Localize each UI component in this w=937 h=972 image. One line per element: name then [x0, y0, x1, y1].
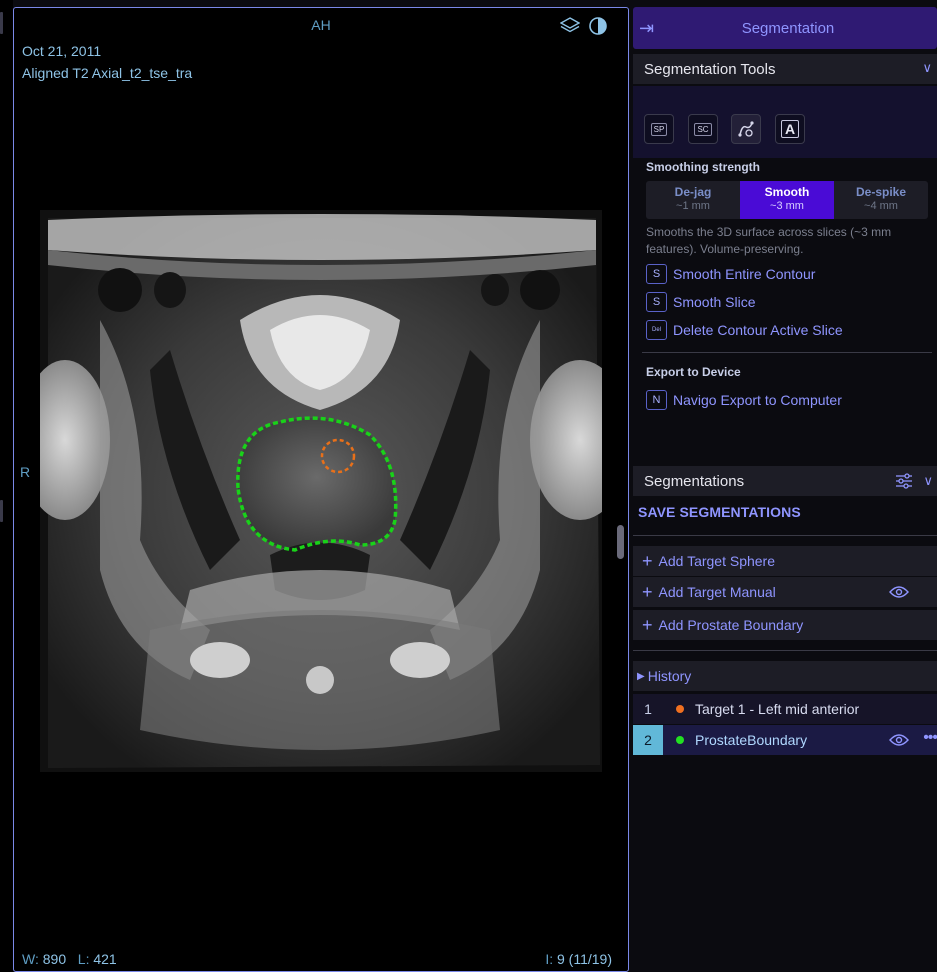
shortcut-key: S — [646, 264, 667, 284]
navigo-export-button[interactable]: N Navigo Export to Computer — [646, 390, 842, 410]
spline-icon — [738, 121, 754, 137]
add-target-manual-button[interactable]: + Add Target Manual — [633, 577, 937, 607]
study-info: Oct 21, 2011 Aligned T2 Axial_t2_tse_tra — [22, 40, 192, 84]
level-value: 421 — [93, 951, 117, 967]
section-title: Segmentation Tools — [644, 60, 776, 78]
annotate-tool-button[interactable]: A — [775, 114, 805, 144]
window-value: 890 — [42, 951, 67, 967]
panel-header: ⇥ Segmentation — [633, 7, 937, 49]
row-label: Target 1 - Left mid anterior — [695, 701, 860, 717]
annotate-tool-label: A — [780, 120, 800, 138]
add-row-label: Add Target Sphere — [658, 553, 776, 569]
edge-tab[interactable] — [0, 12, 3, 34]
add-prostate-boundary-button[interactable]: + Add Prostate Boundary — [633, 610, 937, 640]
option-detail: ~3 mm — [770, 200, 804, 212]
action-label: Delete Contour Active Slice — [673, 322, 843, 338]
viewport-toolbar — [559, 16, 608, 36]
smoothing-option-dejag[interactable]: De-jag ~1 mm — [646, 181, 740, 219]
color-dot — [676, 705, 684, 713]
collapse-panel-icon[interactable]: ⇥ — [639, 18, 671, 39]
sphere-tool-button[interactable]: SP — [644, 114, 674, 144]
more-options-icon[interactable]: ••• — [923, 729, 937, 747]
export-to-device-label: Export to Device — [646, 365, 741, 379]
option-name: Smooth — [764, 185, 810, 199]
chevron-down-icon[interactable]: ∨ — [923, 473, 933, 489]
image-value: 9 (11/19) — [557, 951, 612, 967]
option-detail: ~4 mm — [864, 200, 898, 212]
section-title: Segmentations — [644, 472, 745, 490]
image-viewport[interactable]: AH Oct 21, 2011 Aligned T2 Axial_t2_tse_… — [13, 7, 629, 972]
plus-icon: + — [642, 551, 653, 571]
option-name: De-spike — [855, 185, 907, 199]
scissors-tool-label: SC — [694, 122, 712, 136]
history-label: History — [647, 668, 692, 684]
scissors-tool-button[interactable]: SC — [688, 114, 718, 144]
smooth-entire-contour-button[interactable]: S Smooth Entire Contour — [646, 264, 815, 284]
divider — [642, 352, 932, 353]
delete-contour-button[interactable]: Del Delete Contour Active Slice — [646, 320, 843, 340]
action-label: Smooth Entire Contour — [673, 266, 816, 282]
eye-icon[interactable] — [889, 733, 909, 747]
window-label: W: — [22, 951, 39, 967]
smoothing-description: Smooths the 3D surface across slices (~3… — [646, 225, 892, 256]
add-row-label: Add Target Manual — [658, 584, 776, 600]
left-edge-strip — [0, 0, 13, 972]
series-description: Aligned T2 Axial_t2_tse_tra — [22, 65, 193, 81]
plus-icon: + — [642, 582, 653, 602]
segmentations-section[interactable]: Segmentations ∨ — [633, 466, 937, 496]
action-label: Navigo Export to Computer — [673, 392, 842, 408]
add-row-label: Add Prostate Boundary — [658, 617, 804, 633]
smoothing-strength-selector: De-jag ~1 mm Smooth ~3 mm De-spike ~4 mm — [646, 181, 928, 219]
tools-toolbar: SP SC A — [633, 86, 937, 158]
color-dot — [676, 736, 684, 744]
study-date: Oct 21, 2011 — [22, 43, 102, 59]
eye-icon[interactable] — [889, 585, 909, 599]
row-label: ProstateBoundary — [695, 732, 808, 748]
divider — [633, 535, 937, 536]
add-target-sphere-button[interactable]: + Add Target Sphere — [633, 546, 937, 576]
shortcut-key: Del — [646, 320, 667, 340]
sphere-tool-label: SP — [650, 122, 668, 136]
layers-icon[interactable] — [559, 16, 581, 36]
action-label: Smooth Slice — [673, 294, 756, 310]
app-root: AH Oct 21, 2011 Aligned T2 Axial_t2_tse_… — [0, 0, 937, 972]
shortcut-key: S — [646, 292, 667, 312]
option-name: De-jag — [674, 185, 712, 199]
settings-sliders-icon[interactable] — [895, 472, 913, 490]
smoothing-option-despike[interactable]: De-spike ~4 mm — [834, 181, 928, 219]
orientation-top-label: AH — [311, 17, 331, 33]
chevron-down-icon[interactable]: ∨ — [922, 60, 932, 76]
smoothing-option-smooth[interactable]: Smooth ~3 mm — [740, 181, 834, 219]
plus-icon: + — [642, 615, 653, 635]
caret-right-icon: ▶ — [637, 670, 645, 682]
divider — [633, 650, 937, 651]
level-label: L: — [77, 951, 90, 967]
slice-scrollbar[interactable] — [617, 525, 624, 559]
segmentation-panel: ⇥ Segmentation Segmentation Tools ∨ SP S… — [633, 0, 937, 972]
row-number: 1 — [644, 701, 652, 717]
window-level-readout: W: 890 L: 421 — [22, 951, 117, 967]
edge-tab[interactable] — [0, 500, 3, 522]
section-icons: ∨ — [895, 472, 933, 490]
history-section[interactable]: ▶ History — [633, 661, 937, 691]
image-index-readout: I: 9 (11/19) — [545, 951, 612, 967]
panel-title: Segmentation — [741, 19, 835, 37]
shortcut-key: N — [646, 390, 667, 410]
row-number: 2 — [633, 725, 663, 755]
image-label: I: — [545, 951, 554, 967]
contrast-icon[interactable] — [588, 16, 608, 36]
segmentation-tools-section[interactable]: Segmentation Tools ∨ — [633, 54, 937, 84]
spline-tool-button[interactable] — [731, 114, 761, 144]
history-row[interactable]: 2 ProstateBoundary ••• — [633, 725, 937, 755]
save-segmentations-button[interactable]: SAVE SEGMENTATIONS — [638, 504, 801, 520]
option-detail: ~1 mm — [676, 200, 710, 212]
smoothing-strength-label: Smoothing strength — [646, 160, 760, 174]
mri-image[interactable] — [40, 210, 602, 772]
history-row[interactable]: 1 Target 1 - Left mid anterior — [633, 694, 937, 724]
smooth-slice-button[interactable]: S Smooth Slice — [646, 292, 755, 312]
orientation-left-label: R — [20, 464, 31, 480]
